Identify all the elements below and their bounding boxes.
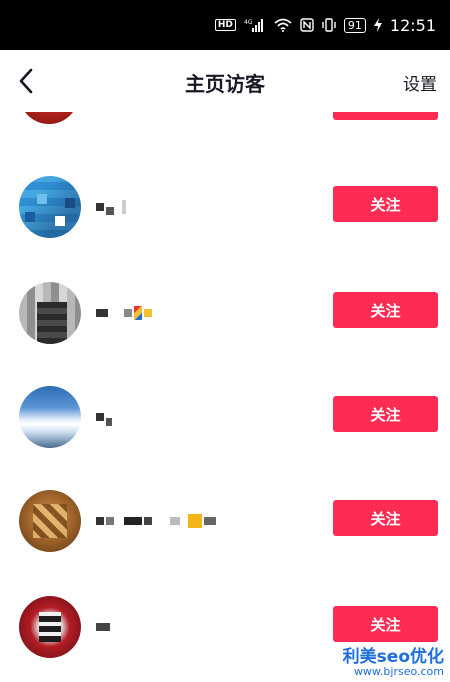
nfc-icon	[300, 18, 314, 32]
settings-button[interactable]: 设置	[403, 70, 437, 95]
follow-button[interactable]: 关注	[333, 606, 438, 642]
page-title: 主页访客	[185, 72, 265, 96]
list-item[interactable]: 关注	[0, 282, 450, 378]
clock: 12:51	[389, 15, 436, 35]
charging-icon	[373, 18, 382, 32]
signal-icon: 4G	[244, 18, 266, 32]
username	[96, 514, 216, 528]
network-type-label: 4G	[244, 19, 253, 26]
list-item[interactable]: 关注	[0, 490, 450, 586]
visitor-list[interactable]: 关注 关注 关注 关注 关注	[0, 112, 450, 682]
follow-button[interactable]: 关注	[333, 500, 438, 536]
follow-button[interactable]: 关注	[333, 396, 438, 432]
avatar[interactable]	[19, 176, 81, 238]
nav-bar: 主页访客 设置	[0, 50, 450, 112]
avatar[interactable]	[19, 282, 81, 344]
username	[96, 200, 126, 215]
watermark-url: www.bjrseo.com	[353, 665, 444, 679]
vibrate-icon	[322, 18, 336, 32]
watermark-logo: 利美seo优化 www.bjrseo.com	[342, 646, 444, 679]
avatar[interactable]	[19, 596, 81, 658]
list-item[interactable]: 关注	[0, 176, 450, 272]
avatar[interactable]	[19, 386, 81, 448]
username	[96, 306, 152, 320]
follow-button[interactable]: 关注	[333, 186, 438, 222]
follow-button[interactable]: 关注	[333, 292, 438, 328]
watermark-title: 利美seo优化	[342, 646, 444, 667]
avatar[interactable]	[19, 490, 81, 552]
list-item[interactable]: 关注	[0, 386, 450, 482]
hd-icon: HD	[214, 19, 236, 31]
username	[96, 620, 110, 634]
avatar[interactable]	[19, 112, 79, 124]
battery-icon: 91	[343, 17, 366, 33]
wifi-icon	[274, 18, 292, 32]
username	[96, 410, 112, 426]
follow-button[interactable]	[333, 112, 438, 120]
status-bar: HD 4G 91 12:51	[0, 0, 450, 50]
